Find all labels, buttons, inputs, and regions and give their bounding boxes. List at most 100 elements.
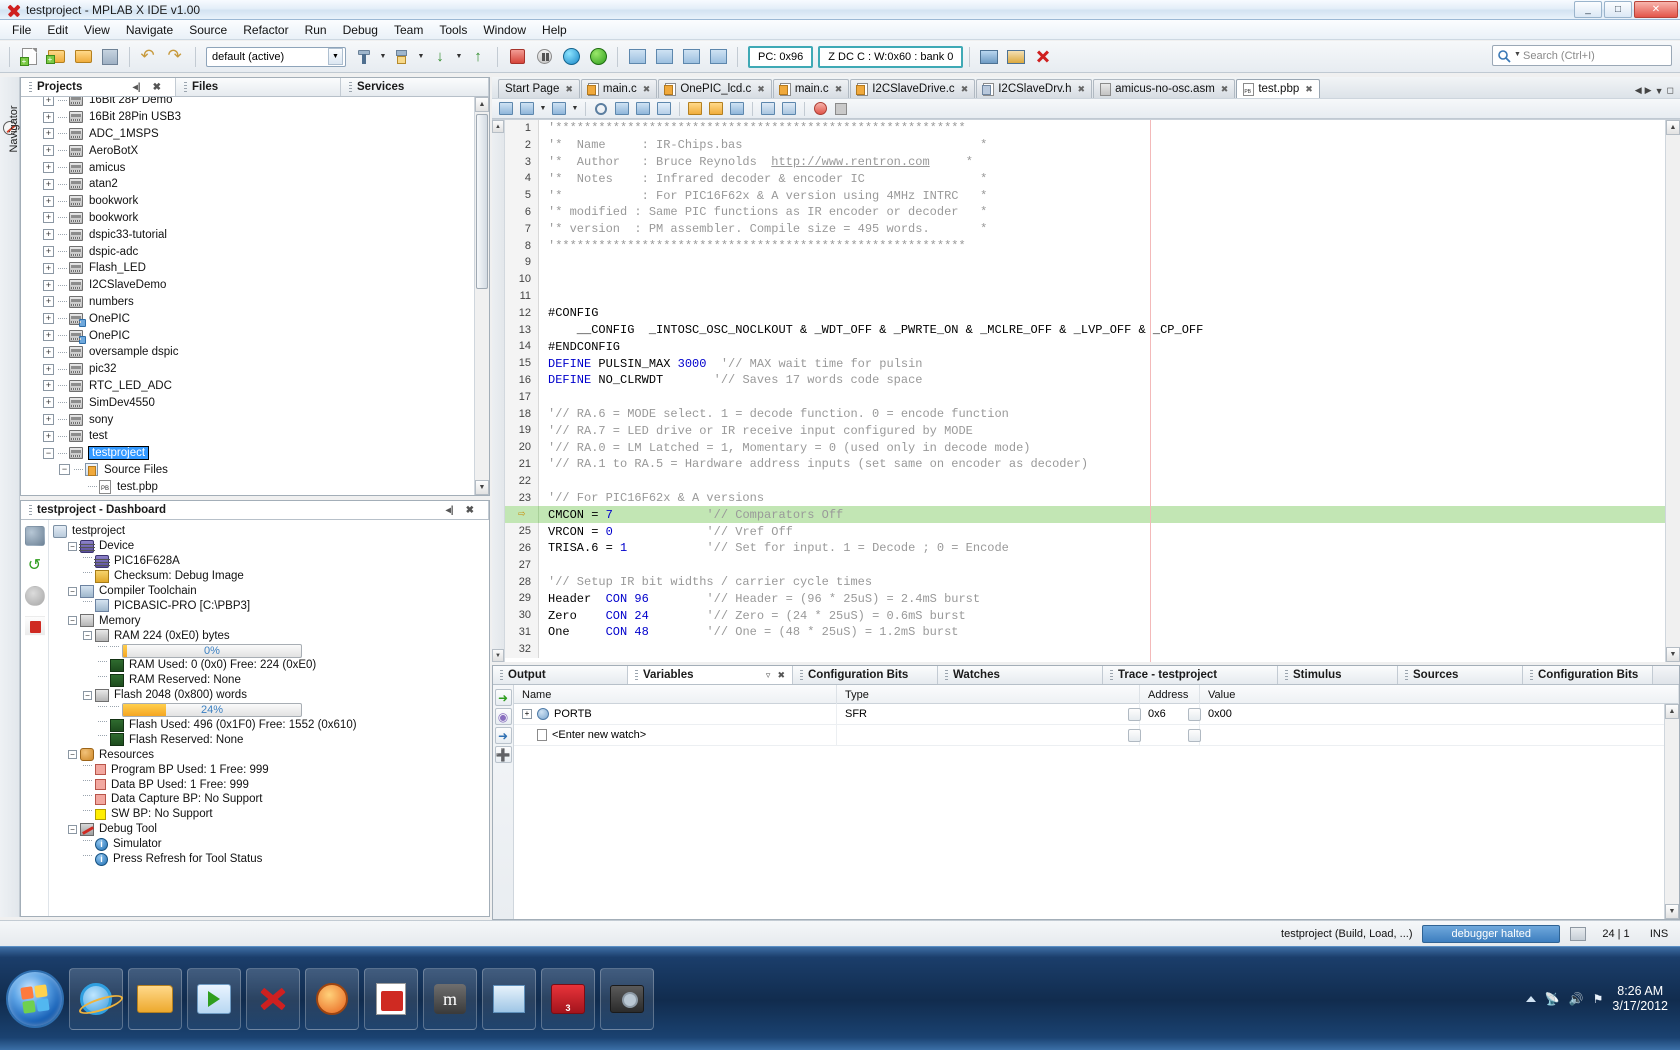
scroll-tabs-left-icon[interactable]: ◀ (1635, 85, 1642, 96)
address-edit-button[interactable] (1128, 708, 1141, 721)
cell-name[interactable]: +PORTB (514, 704, 837, 725)
read-device-button[interactable]: ↑ (465, 44, 491, 70)
strip-up-icon[interactable]: ▲ (492, 120, 504, 133)
expand-icon[interactable]: + (43, 431, 54, 442)
open-project-button[interactable] (70, 44, 96, 70)
dashboard-row[interactable]: 24% (53, 703, 489, 718)
source-file-item[interactable]: PBtest.pbp (21, 478, 489, 495)
project-tree-item[interactable]: +Flash_LED (21, 260, 489, 277)
code-line[interactable]: 16DEFINE NO_CLRWDT '// Saves 17 words co… (505, 372, 1665, 389)
cell-value[interactable] (1200, 725, 1679, 746)
minimize-button[interactable]: _ (1574, 1, 1602, 18)
taskbar-item-media-player[interactable] (187, 968, 241, 1030)
expand-icon[interactable]: + (43, 179, 54, 190)
variables-scrollbar[interactable]: ▲ ▼ (1664, 704, 1679, 919)
toggle-bookmark-button[interactable] (496, 100, 516, 118)
scrollbar-thumb[interactable] (476, 114, 488, 289)
collapse-icon[interactable]: − (83, 691, 92, 700)
disconnect-button[interactable] (1030, 44, 1056, 70)
expand-icon[interactable]: + (43, 128, 54, 139)
code-line-current[interactable]: ⇨CMCON = 7 '// Comparators Off (505, 506, 1665, 523)
run-to-cursor-button[interactable] (705, 44, 731, 70)
project-tree-item[interactable]: +16Bit 28Pin USB3 (21, 109, 489, 126)
project-tree-item[interactable]: +dspic-adc (21, 243, 489, 260)
new-file-button[interactable]: + (16, 44, 42, 70)
program-dropdown-icon[interactable]: ▼ (454, 44, 464, 70)
expand-icon[interactable]: + (43, 380, 54, 391)
network-icon[interactable]: 📡 (1545, 992, 1560, 1006)
dashboard-row[interactable]: SW BP: No Support (53, 807, 489, 822)
maximize-editor-icon[interactable]: ◻ (1667, 85, 1674, 96)
dashboard-row[interactable]: Data Capture BP: No Support (53, 792, 489, 807)
show-hidden-icons-icon[interactable] (1526, 996, 1536, 1002)
dashboard-row[interactable]: −RAM 224 (0xE0) bytes (53, 628, 489, 643)
device-info-icon[interactable] (25, 586, 45, 606)
menu-window[interactable]: Window (475, 21, 534, 39)
collapse-icon[interactable]: − (68, 750, 77, 759)
bottom-tab[interactable]: Configuration Bits (793, 666, 938, 684)
code-line[interactable]: 28'// Setup IR bit widths / carrier cycl… (505, 574, 1665, 591)
cell-value[interactable]: 0x00 (1200, 704, 1679, 725)
bookmark-dropdown-icon-2[interactable]: ▼ (570, 96, 580, 122)
find-selection-button[interactable] (612, 100, 632, 118)
menu-file[interactable]: File (4, 21, 39, 39)
code-line[interactable]: 8'**************************************… (505, 238, 1665, 255)
datasheet-pdf-icon[interactable] (25, 616, 45, 636)
code-line[interactable]: 25VRCON = 0 '// Vref Off (505, 523, 1665, 540)
strip-down-icon[interactable]: ▼ (492, 649, 504, 662)
find-next-button[interactable] (633, 100, 653, 118)
variables-table[interactable]: Name Type Address Value +PORTBSFR0x60x00… (514, 685, 1679, 919)
expand-icon[interactable]: + (43, 313, 54, 324)
dashboard-row[interactable]: −Memory (53, 613, 489, 628)
build-dropdown-icon[interactable]: ▼ (378, 44, 388, 70)
code-line[interactable]: 1'**************************************… (505, 120, 1665, 137)
close-icon[interactable]: ✖ (1305, 84, 1313, 95)
step-over-button[interactable] (624, 44, 650, 70)
project-tree-item[interactable]: +AeroBotX (21, 142, 489, 159)
volume-icon[interactable]: 🔊 (1569, 992, 1584, 1006)
list-tabs-icon[interactable]: ▼ (1655, 86, 1664, 96)
code-line[interactable]: 12#CONFIG (505, 305, 1665, 322)
code-line[interactable]: 19'// RA.7 = LED drive or IR receive inp… (505, 422, 1665, 439)
dashboard-row[interactable]: testproject (53, 524, 489, 539)
memory-view-button[interactable] (976, 44, 1002, 70)
project-tree-item[interactable]: +bookwork (21, 193, 489, 210)
close-icon[interactable]: ✖ (565, 84, 573, 95)
code-line[interactable]: 15DEFINE PULSIN_MAX 3000 '// MAX wait ti… (505, 355, 1665, 372)
expand-icon[interactable]: + (43, 145, 54, 156)
code-line[interactable]: 2'* Name : IR-Chips.bas * (505, 137, 1665, 154)
undo-button[interactable]: ↶ (136, 44, 162, 70)
table-row[interactable]: <Enter new watch> (514, 725, 1679, 746)
continue-button[interactable] (585, 44, 611, 70)
dashboard-row[interactable]: −Device (53, 539, 489, 554)
column-type[interactable]: Type (837, 685, 1140, 704)
dashboard-row[interactable]: Flash Used: 496 (0x1F0) Free: 1552 (0x61… (53, 718, 489, 733)
dashboard-row[interactable]: RAM Reserved: None (53, 673, 489, 688)
project-tree-item[interactable]: +bookwork (21, 210, 489, 227)
dashboard-tree[interactable]: testproject−DevicePIC16F628AChecksum: De… (49, 520, 489, 916)
taskbar-item-windows-explorer[interactable] (128, 968, 182, 1030)
dashboard-row[interactable]: Checksum: Debug Image (53, 569, 489, 584)
code-line[interactable]: 26TRISA.6 = 1 '// Set for input. 1 = Dec… (505, 540, 1665, 557)
code-line[interactable]: 7'* version : PM assembler. Compile size… (505, 221, 1665, 238)
previous-bookmark-button[interactable] (517, 100, 537, 118)
menu-source[interactable]: Source (181, 21, 235, 39)
code-line[interactable]: 4'* Notes : Infrared decoder & encoder I… (505, 170, 1665, 187)
code-line[interactable]: 17 (505, 389, 1665, 406)
project-tree-item-selected[interactable]: −testproject (21, 445, 489, 462)
code-line[interactable]: 3'* Author : Bruce Reynolds http://www.r… (505, 154, 1665, 171)
bottom-tab[interactable]: Sources (1398, 666, 1523, 684)
cell-type[interactable] (837, 725, 1140, 746)
add-sfr-icon[interactable]: ➜ (495, 727, 512, 744)
uncomment-button[interactable] (706, 100, 726, 118)
collapse-icon[interactable]: − (68, 616, 77, 625)
cell-name[interactable]: <Enter new watch> (514, 725, 837, 746)
clock[interactable]: 8:26 AM 3/17/2012 (1612, 984, 1674, 1014)
close-icon[interactable]: ✖ (643, 84, 651, 95)
tab-services[interactable]: Services (341, 78, 489, 96)
search-dropdown-icon[interactable]: ▼ (1514, 51, 1523, 60)
editor-tab[interactable]: I2CSlaveDrive.c✖ (850, 79, 975, 98)
code-line[interactable]: 31One CON 48 '// One = (48 * 25uS) = 1.2… (505, 624, 1665, 641)
dashboard-row[interactable]: Program BP Used: 1 Free: 999 (53, 762, 489, 777)
reset-button[interactable] (558, 44, 584, 70)
